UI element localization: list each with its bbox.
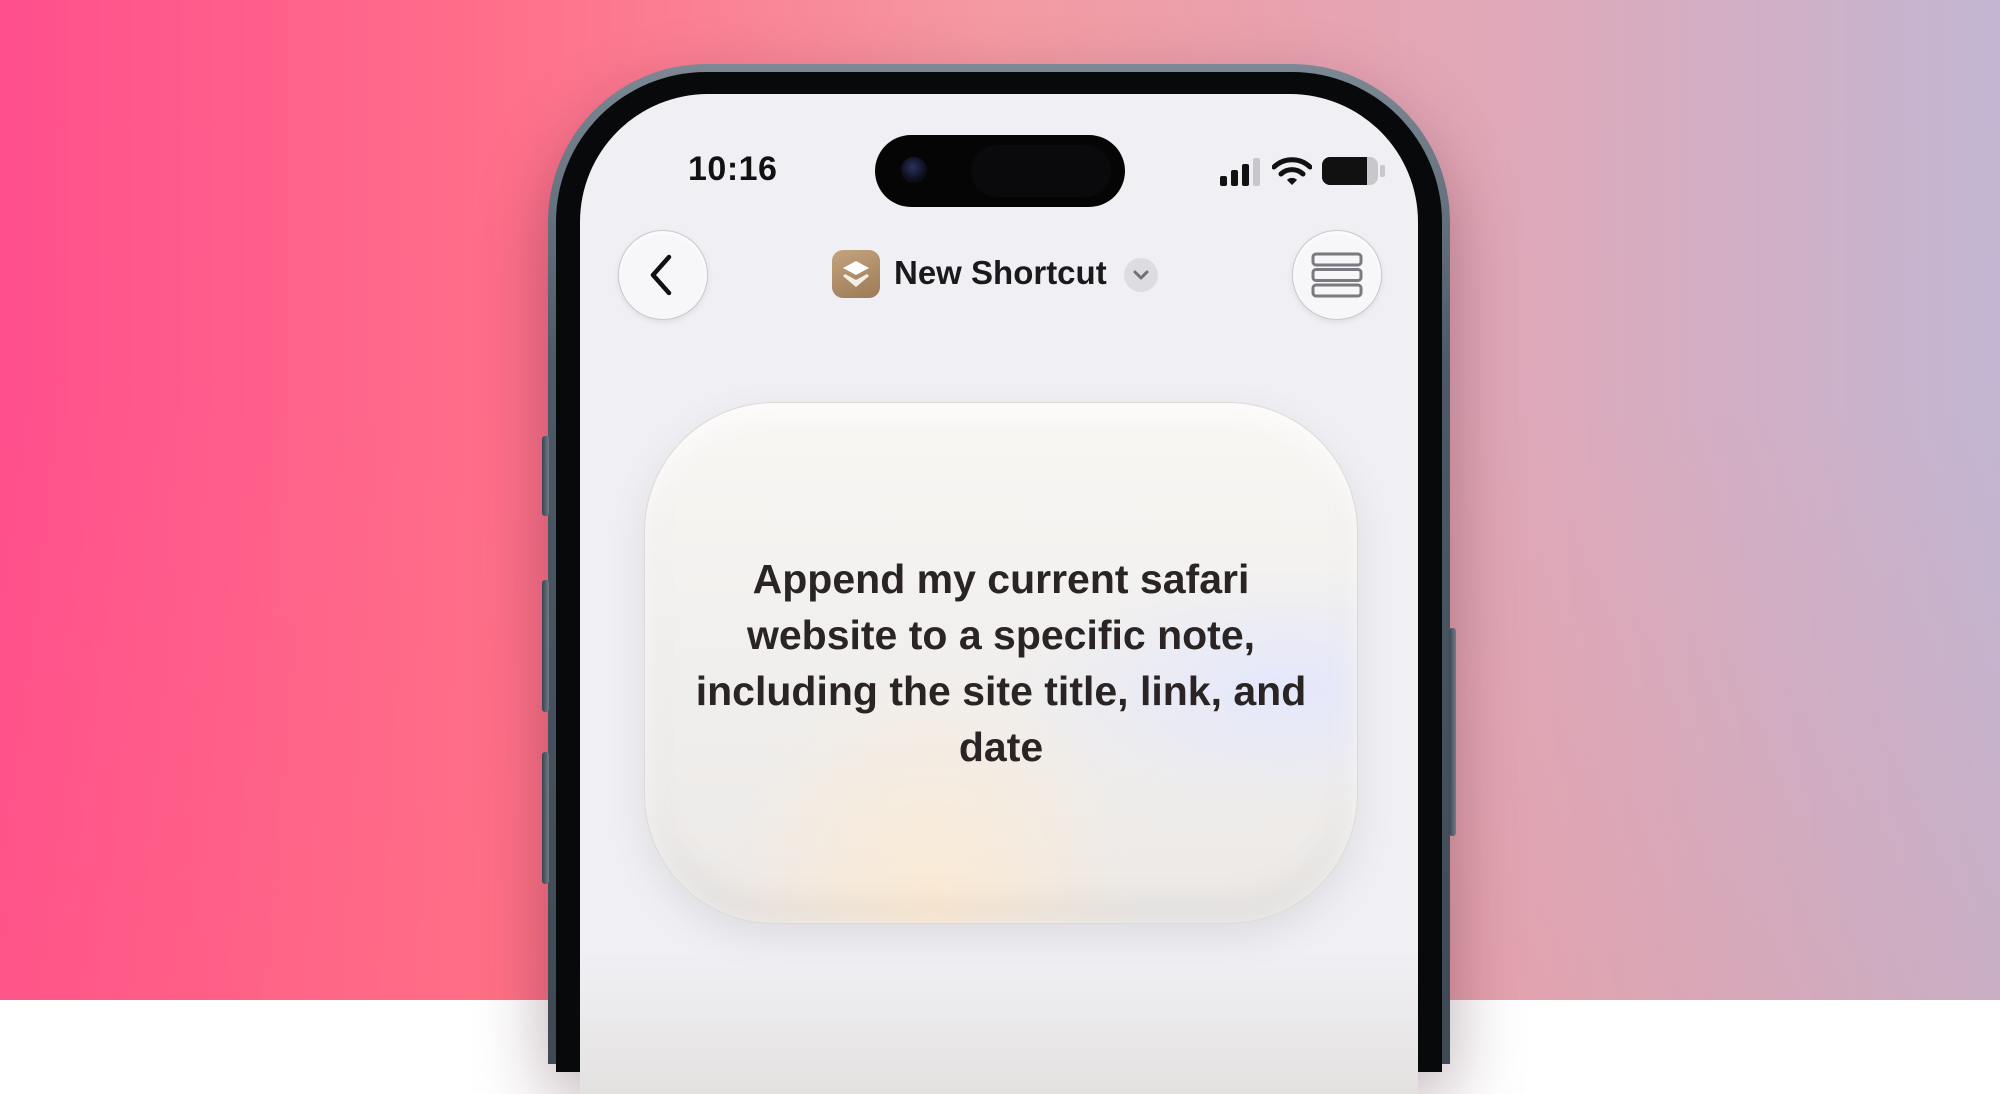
dynamic-island <box>875 135 1125 207</box>
prompt-card[interactable]: Append my current safari website to a sp… <box>644 402 1358 924</box>
action-button <box>542 436 549 516</box>
volume-down-button <box>542 752 549 884</box>
battery-icon <box>1322 157 1385 185</box>
wifi-icon <box>1272 157 1312 185</box>
power-button <box>1449 628 1456 836</box>
status-time: 10:16 <box>688 150 778 188</box>
actions-list-button[interactable] <box>1292 230 1382 320</box>
face-id-sensor <box>971 145 1111 197</box>
prompt-text: Append my current safari website to a sp… <box>695 556 1307 770</box>
front-camera <box>901 157 927 183</box>
cellular-signal-icon <box>1220 158 1260 186</box>
volume-up-button <box>542 580 549 712</box>
stacked-list-icon <box>1311 252 1363 298</box>
chevron-down-icon <box>1133 270 1149 280</box>
shortcuts-app-icon <box>832 250 880 298</box>
phone-screen: 10:16 New Shortcut Append my current saf… <box>580 94 1418 1094</box>
chevron-left-icon <box>650 254 672 296</box>
shortcut-title: New Shortcut <box>894 254 1107 291</box>
title-menu-button[interactable] <box>1124 258 1158 292</box>
bottom-fade <box>580 954 1418 1094</box>
back-button[interactable] <box>618 230 708 320</box>
